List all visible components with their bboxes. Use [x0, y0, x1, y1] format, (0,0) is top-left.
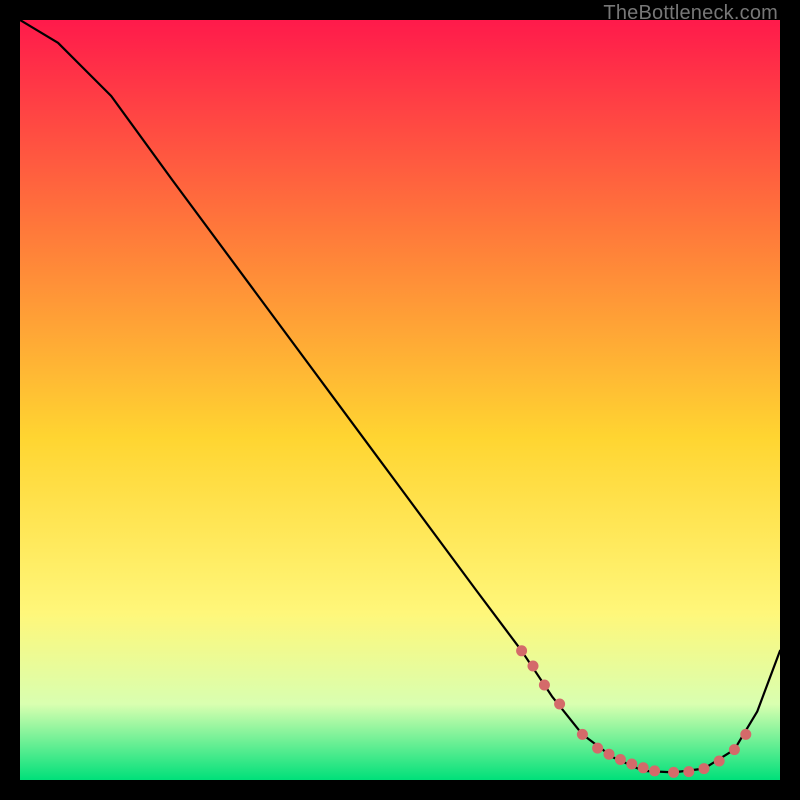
marker-dot [528, 661, 539, 672]
marker-dot [626, 759, 637, 770]
marker-dot [615, 754, 626, 765]
gradient-background [20, 20, 780, 780]
marker-dot [516, 645, 527, 656]
bottleneck-chart [20, 20, 780, 780]
marker-dot [714, 756, 725, 767]
marker-dot [554, 699, 565, 710]
marker-dot [592, 743, 603, 754]
marker-dot [729, 744, 740, 755]
marker-dot [740, 729, 751, 740]
marker-dot [604, 749, 615, 760]
marker-dot [699, 763, 710, 774]
marker-dot [638, 762, 649, 773]
marker-dot [577, 729, 588, 740]
marker-dot [649, 765, 660, 776]
marker-dot [683, 766, 694, 777]
marker-dot [668, 767, 679, 778]
marker-dot [539, 680, 550, 691]
chart-frame: TheBottleneck.com [0, 0, 800, 800]
